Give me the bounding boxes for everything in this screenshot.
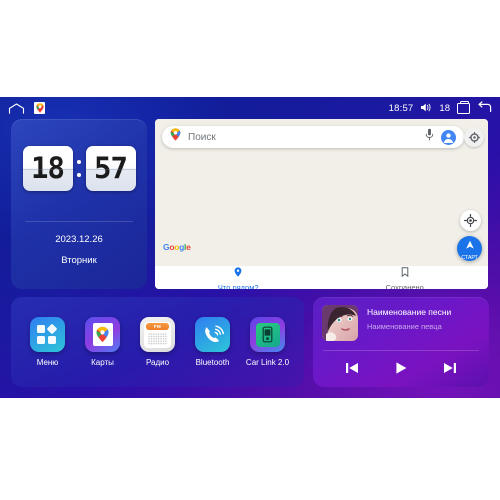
status-bar-right: 18:57 18	[388, 100, 492, 115]
status-time: 18:57	[388, 102, 414, 114]
bookmark-icon	[401, 264, 409, 282]
car-link-icon	[250, 317, 285, 352]
maps-notification-icon[interactable]	[34, 102, 45, 114]
radio-icon: FM	[140, 317, 175, 352]
clock-hours-card: 18	[22, 146, 73, 191]
volume-icon[interactable]	[420, 102, 432, 115]
app-label-bluetooth: Bluetooth	[195, 358, 230, 367]
recents-icon[interactable]	[457, 100, 470, 114]
map-tab-nearby[interactable]: Что рядом?	[155, 266, 322, 289]
music-player-header: Наименование песни Наименование певца	[322, 305, 451, 341]
radio-band-label: FM	[153, 323, 162, 329]
navigation-arrow-icon	[465, 237, 475, 255]
my-location-icon[interactable]	[460, 210, 481, 231]
start-button-label: СТАРТ	[461, 255, 478, 261]
google-watermark: Google	[163, 242, 191, 252]
volume-level: 18	[439, 102, 450, 114]
maps-widget[interactable]: Поиск СТАРТ Google Что рядом? Сохранено	[155, 119, 488, 289]
radio-body: FM	[144, 321, 171, 348]
app-label-maps: Карты	[91, 358, 114, 367]
start-navigation-button[interactable]: СТАРТ	[457, 236, 482, 261]
album-art-portrait	[322, 305, 358, 341]
app-label-carlink: Car Link 2.0	[245, 358, 290, 367]
google-maps-icon	[85, 317, 120, 352]
app-item-maps[interactable]: Карты	[75, 317, 130, 367]
home-icon[interactable]	[8, 102, 25, 114]
clock-date: 2023.12.26	[55, 234, 103, 245]
map-bottom-tabs: Что рядом? Сохранено	[155, 266, 488, 289]
place-pin-icon	[234, 264, 242, 282]
map-tab-saved[interactable]: Сохранено	[322, 266, 489, 289]
app-label-menu: Меню	[36, 358, 59, 367]
map-search-bar[interactable]: Поиск	[162, 126, 464, 148]
search-input[interactable]: Поиск	[188, 132, 425, 143]
clock-weekday: Вторник	[61, 255, 97, 266]
app-item-menu[interactable]: Меню	[20, 317, 75, 367]
music-controls	[313, 357, 489, 379]
google-maps-pin-icon	[170, 128, 181, 146]
head-unit-home-screen: 18:57 18 18 57 2023.12.26 Вторник Поиск …	[0, 97, 500, 398]
music-metadata: Наименование песни Наименование певца	[367, 305, 451, 331]
song-artist: Наименование певца	[367, 322, 442, 331]
clock-hours: 18	[31, 151, 65, 185]
status-bar: 18:57 18	[0, 97, 500, 119]
apps-grid-icon	[30, 317, 65, 352]
back-arrow-icon[interactable]	[477, 101, 492, 115]
song-title: Наименование песни	[367, 307, 452, 317]
flip-clock: 18 57	[11, 146, 147, 191]
bluetooth-phone-icon	[195, 317, 230, 352]
status-bar-left	[8, 102, 45, 114]
clock-minutes: 57	[94, 151, 128, 185]
music-divider	[323, 350, 479, 351]
app-item-radio[interactable]: FM Радио	[130, 317, 185, 367]
app-item-bluetooth[interactable]: Bluetooth	[185, 317, 240, 367]
radio-speaker-grill	[148, 332, 167, 345]
account-avatar-icon[interactable]	[441, 129, 456, 145]
play-icon[interactable]	[390, 357, 412, 379]
map-tab-nearby-label: Что рядом?	[217, 282, 259, 290]
car-link-inner	[255, 322, 280, 347]
skip-next-icon[interactable]	[439, 357, 461, 379]
app-label-radio: Радио	[145, 358, 170, 367]
music-player-widget[interactable]: Наименование песни Наименование певца	[313, 297, 489, 387]
app-dock: Меню Карты FM Радио Bluetooth Car Link 2…	[11, 297, 304, 387]
clock-colon	[75, 146, 84, 191]
maps-icon-sheet	[92, 323, 113, 346]
clock-divider	[25, 221, 133, 222]
map-settings-icon[interactable]	[464, 127, 484, 147]
skip-previous-icon[interactable]	[341, 357, 363, 379]
map-tab-saved-label: Сохранено	[385, 282, 424, 290]
clock-minutes-card: 57	[85, 146, 136, 191]
app-item-carlink[interactable]: Car Link 2.0	[240, 317, 295, 367]
clock-widget[interactable]: 18 57 2023.12.26 Вторник	[11, 119, 147, 289]
microphone-icon[interactable]	[425, 128, 441, 146]
radio-band: FM	[146, 322, 169, 330]
